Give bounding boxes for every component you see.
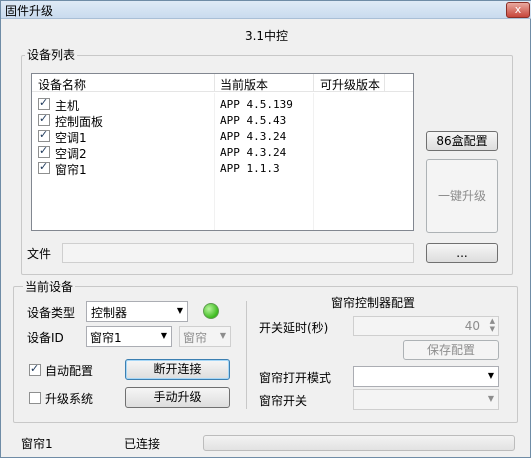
- switch-delay-label: 开关延时(秒): [259, 321, 329, 335]
- window-title: 固件升级: [5, 4, 54, 18]
- device-id-value: 窗帘1: [90, 331, 122, 345]
- save-config-button[interactable]: 保存配置: [403, 340, 499, 360]
- device-kind-value: 窗帘: [183, 331, 208, 345]
- device-version: APP 4.5.43: [220, 114, 287, 127]
- col-upgrade-version[interactable]: 可升级版本: [320, 76, 380, 93]
- status-device: 窗帘1: [21, 437, 53, 451]
- curtain-switch-label: 窗帘开关: [259, 394, 308, 408]
- device-type-select[interactable]: 控制器 ▼: [86, 301, 188, 322]
- upgrade-all-button[interactable]: 一键升级: [426, 159, 498, 233]
- device-version: APP 1.1.3: [220, 162, 280, 175]
- device-checkbox[interactable]: [38, 160, 50, 174]
- chevron-down-icon: ▼: [219, 331, 226, 340]
- file-path-field[interactable]: [62, 243, 414, 263]
- close-button[interactable]: x: [506, 2, 530, 18]
- device-id-label: 设备ID: [27, 331, 64, 345]
- title-bar: 固件升级 x: [1, 1, 531, 19]
- file-label: 文件: [27, 247, 52, 261]
- firmware-upgrade-window: 固件升级 x 3.1中控 设备列表 设备名称 当前版本 可升级版本 主机 APP…: [0, 0, 531, 458]
- device-checkbox[interactable]: [38, 112, 50, 126]
- device-id-select[interactable]: 窗帘1 ▼: [86, 326, 172, 347]
- curtain-switch-select[interactable]: ▼: [353, 389, 499, 410]
- chevron-down-icon: ▼: [176, 306, 183, 315]
- chevron-down-icon: ▼: [487, 394, 494, 403]
- device-list-header: 设备名称 当前版本 可升级版本: [32, 74, 413, 92]
- col-current-version[interactable]: 当前版本: [220, 76, 268, 93]
- device-name: 窗帘1: [55, 163, 87, 177]
- device-checkbox[interactable]: [38, 96, 50, 110]
- device-version: APP 4.3.24: [220, 146, 287, 159]
- current-device-group-label: 当前设备: [23, 278, 76, 295]
- device-list-group-label: 设备列表: [25, 46, 78, 63]
- device-list[interactable]: 设备名称 当前版本 可升级版本 主机 APP 4.5.139 控制面板 APP …: [31, 73, 414, 231]
- device-row-host[interactable]: 主机 APP 4.5.139: [32, 96, 413, 113]
- device-row-curtain1[interactable]: 窗帘1 APP 1.1.3: [32, 160, 413, 177]
- device-version: APP 4.3.24: [220, 130, 287, 143]
- auto-config-label: 自动配置: [45, 364, 94, 378]
- switch-delay-value: 40: [464, 319, 480, 333]
- spinner-arrows-icon[interactable]: ▲ ▼: [490, 317, 495, 333]
- device-version: APP 4.5.139: [220, 98, 293, 111]
- curtain-config-title: 窗帘控制器配置: [331, 296, 416, 310]
- disconnect-button[interactable]: 断开连接: [125, 359, 230, 380]
- device-type-label: 设备类型: [27, 306, 76, 320]
- config-divider: [246, 301, 247, 409]
- device-checkbox[interactable]: [38, 144, 50, 158]
- device-type-value: 控制器: [91, 306, 128, 320]
- chevron-down-icon: ▼: [487, 371, 494, 380]
- upgrade-system-checkbox[interactable]: [29, 392, 41, 404]
- device-row-ac2[interactable]: 空调2 APP 4.3.24: [32, 144, 413, 161]
- manual-upgrade-button[interactable]: 手动升级: [125, 387, 230, 408]
- device-checkbox[interactable]: [38, 128, 50, 142]
- open-mode-select[interactable]: ▼: [353, 366, 499, 387]
- page-heading: 3.1中控: [244, 29, 289, 43]
- open-mode-label: 窗帘打开模式: [259, 371, 332, 385]
- device-row-ac1[interactable]: 空调1 APP 4.3.24: [32, 128, 413, 145]
- device-row-control-panel[interactable]: 控制面板 APP 4.5.43: [32, 112, 413, 129]
- box86-config-button[interactable]: 86盒配置: [426, 131, 498, 151]
- chevron-down-icon: ▼: [160, 331, 167, 340]
- device-kind-select[interactable]: 窗帘 ▼: [179, 326, 231, 347]
- browse-button[interactable]: ...: [426, 243, 498, 263]
- upgrade-progress-bar: [203, 435, 515, 451]
- upgrade-system-label: 升级系统: [45, 392, 94, 406]
- auto-config-checkbox[interactable]: [29, 362, 41, 376]
- col-device-name[interactable]: 设备名称: [38, 76, 86, 93]
- status-connection: 已连接: [124, 437, 161, 451]
- switch-delay-spinner[interactable]: 40 ▲ ▼: [353, 316, 499, 336]
- connection-status-led-icon: [203, 303, 219, 319]
